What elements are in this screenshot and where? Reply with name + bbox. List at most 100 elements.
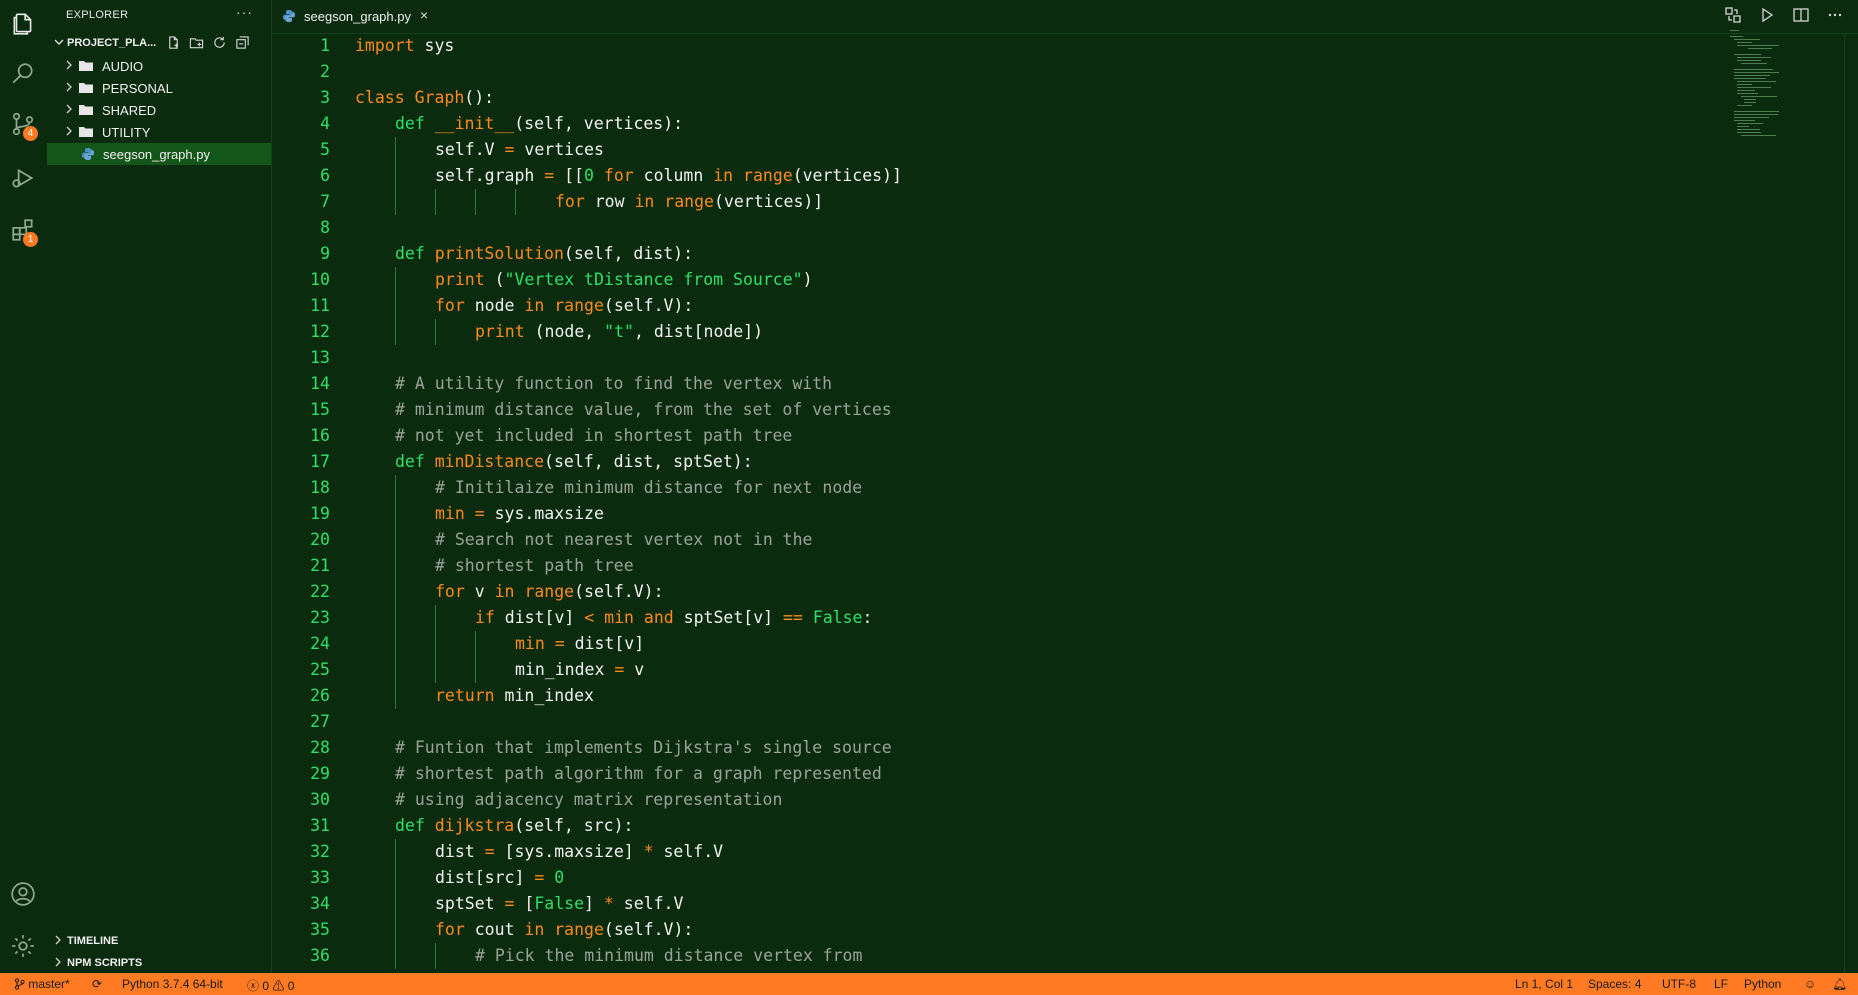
code-token: = [474,504,485,523]
code-token: # shortest path algorithm for a graph re… [395,764,882,783]
code-line[interactable]: 14 # A utility function to find the verte… [272,371,1672,397]
code-line[interactable]: 13 [272,345,1672,371]
search-icon[interactable] [0,50,46,98]
problems-status[interactable]: ⓧ 0 ⚠ 0 [247,977,294,994]
code-line[interactable]: 5 self.V = vertices [272,137,1672,163]
code-line[interactable]: 6 self.graph = [[0 for column in range(ve… [272,163,1672,189]
code-token: # Search not nearest vertex not in the [435,530,813,549]
code-token: = [504,894,515,913]
npm-scripts-section[interactable]: NPM SCRIPTS [46,953,271,973]
collapse-all-icon[interactable] [235,35,250,50]
indentation[interactable]: Spaces: 4 [1588,977,1641,991]
code-token: if [475,608,495,627]
refresh-icon[interactable] [212,35,227,50]
indent-guide [395,605,396,631]
line-number: 31 [310,816,330,835]
vertical-scrollbar[interactable] [1844,33,1858,973]
code-line[interactable]: 34 sptSet = [False] * self.V [272,891,1672,917]
code-line[interactable]: 3 class Graph(): [272,85,1672,111]
code-line[interactable]: 15 # minimum distance value, from the set… [272,397,1672,423]
code-text: min = dist[v] [515,631,644,657]
more-actions-icon[interactable]: ··· [236,4,253,20]
line-ending[interactable]: LF [1714,977,1728,991]
warning-count: 0 [287,979,295,993]
minimap-line [1733,39,1760,40]
account-icon[interactable] [0,870,46,918]
extensions-icon[interactable]: 1 [0,206,46,254]
code-line[interactable]: 30 # using adjacency matrix representatio… [272,787,1672,813]
minimap-line [1740,135,1776,136]
code-line[interactable]: 28 # Funtion that implements Dijkstra's s… [272,735,1672,761]
code-line[interactable]: 22 for v in range(self.V): [272,579,1672,605]
code-line[interactable]: 8 [272,215,1672,241]
branch-status[interactable]: master* [14,977,70,991]
code-line[interactable]: 36 # Pick the minimum distance vertex fro… [272,943,1672,969]
code-line[interactable]: 26 return min_index [272,683,1672,709]
code-line[interactable]: 23 if dist[v] < min and sptSet[v] == Fals… [272,605,1672,631]
code-line[interactable]: 32 dist = [sys.maxsize] * self.V [272,839,1672,865]
code-token: # A utility function to find the vertex … [395,374,833,393]
code-line[interactable]: 25 min_index = v [272,657,1672,683]
settings-gear-icon[interactable] [0,922,46,970]
minimap[interactable] [1730,30,1790,170]
feedback-icon[interactable]: ☺ [1804,977,1816,991]
code-line[interactable]: 31 def dijkstra(self, src): [272,813,1672,839]
code-line[interactable]: 12 print (node, "t", dist[node]) [272,319,1672,345]
new-file-icon[interactable] [166,35,181,50]
code-token: for [555,192,585,211]
code-line[interactable]: 35 for cout in range(self.V): [272,917,1672,943]
code-editor[interactable]: 1 import sys 2 3 class Graph(): 4 def __init__… [272,33,1858,973]
code-line[interactable]: 18 # Initilaize minimum distance for next… [272,475,1672,501]
run-debug-icon[interactable] [0,154,46,202]
sync-icon[interactable]: ⟳ [92,977,102,991]
tree-folder-audio[interactable]: AUDIO [46,55,271,77]
code-line[interactable]: 4 def __init__(self, vertices): [272,111,1672,137]
code-line[interactable]: 2 [272,59,1672,85]
encoding[interactable]: UTF-8 [1662,977,1696,991]
code-token: def [395,114,425,133]
code-token: for [435,296,465,315]
source-control-icon[interactable]: 4 [0,100,46,148]
close-icon[interactable]: × [420,7,428,23]
compare-changes-icon[interactable] [1724,6,1742,24]
language-mode[interactable]: Python [1744,977,1781,991]
indent-guide [435,189,436,215]
code-line[interactable]: 7 for row in range(vertices)] [272,189,1672,215]
folder-icon [79,83,93,93]
code-line[interactable]: 10 print ("Vertex tDistance from Source") [272,267,1672,293]
code-line[interactable]: 17 def minDistance(self, dist, sptSet): [272,449,1672,475]
tab-seegson-graph[interactable]: seegson_graph.py × [272,0,440,33]
code-line[interactable]: 33 dist[src] = 0 [272,865,1672,891]
code-line[interactable]: 16 # not yet included in shortest path tr… [272,423,1672,449]
indent-guide [395,553,396,579]
tree-folder-shared[interactable]: SHARED [46,99,271,121]
files-icon[interactable] [0,0,46,48]
line-number: 8 [320,218,330,237]
timeline-section[interactable]: TIMELINE [46,931,271,951]
python-interpreter[interactable]: Python 3.7.4 64-bit [122,977,223,991]
code-line[interactable]: 27 [272,709,1672,735]
code-line[interactable]: 21 # shortest path tree [272,553,1672,579]
tree-folder-personal[interactable]: PERSONAL [46,77,271,99]
more-actions-icon[interactable] [1826,6,1844,24]
code-line[interactable]: 20 # Search not nearest vertex not in the [272,527,1672,553]
code-line[interactable]: 11 for node in range(self.V): [272,293,1672,319]
minimap-line [1737,129,1760,130]
run-icon[interactable] [1758,6,1776,24]
indent-guide [395,579,396,605]
code-line[interactable]: 24 min = dist[v] [272,631,1672,657]
split-editor-icon[interactable] [1792,6,1810,24]
tree-folder-utility[interactable]: UTILITY [46,121,271,143]
tree-file-seegson-graph[interactable]: seegson_graph.py [47,143,271,165]
new-folder-icon[interactable] [189,35,204,50]
notifications-bell-icon[interactable]: 🔔︎ [1832,977,1847,991]
minimap-line [1744,102,1757,103]
code-line[interactable]: 29 # shortest path algorithm for a graph … [272,761,1672,787]
project-folder-header[interactable]: PROJECT_PLA... [46,34,271,54]
code-line[interactable]: 1 import sys [272,33,1672,59]
code-line[interactable]: 9 def printSolution(self, dist): [272,241,1672,267]
code-line[interactable]: 19 min = sys.maxsize [272,501,1672,527]
cursor-position[interactable]: Ln 1, Col 1 [1515,977,1573,991]
